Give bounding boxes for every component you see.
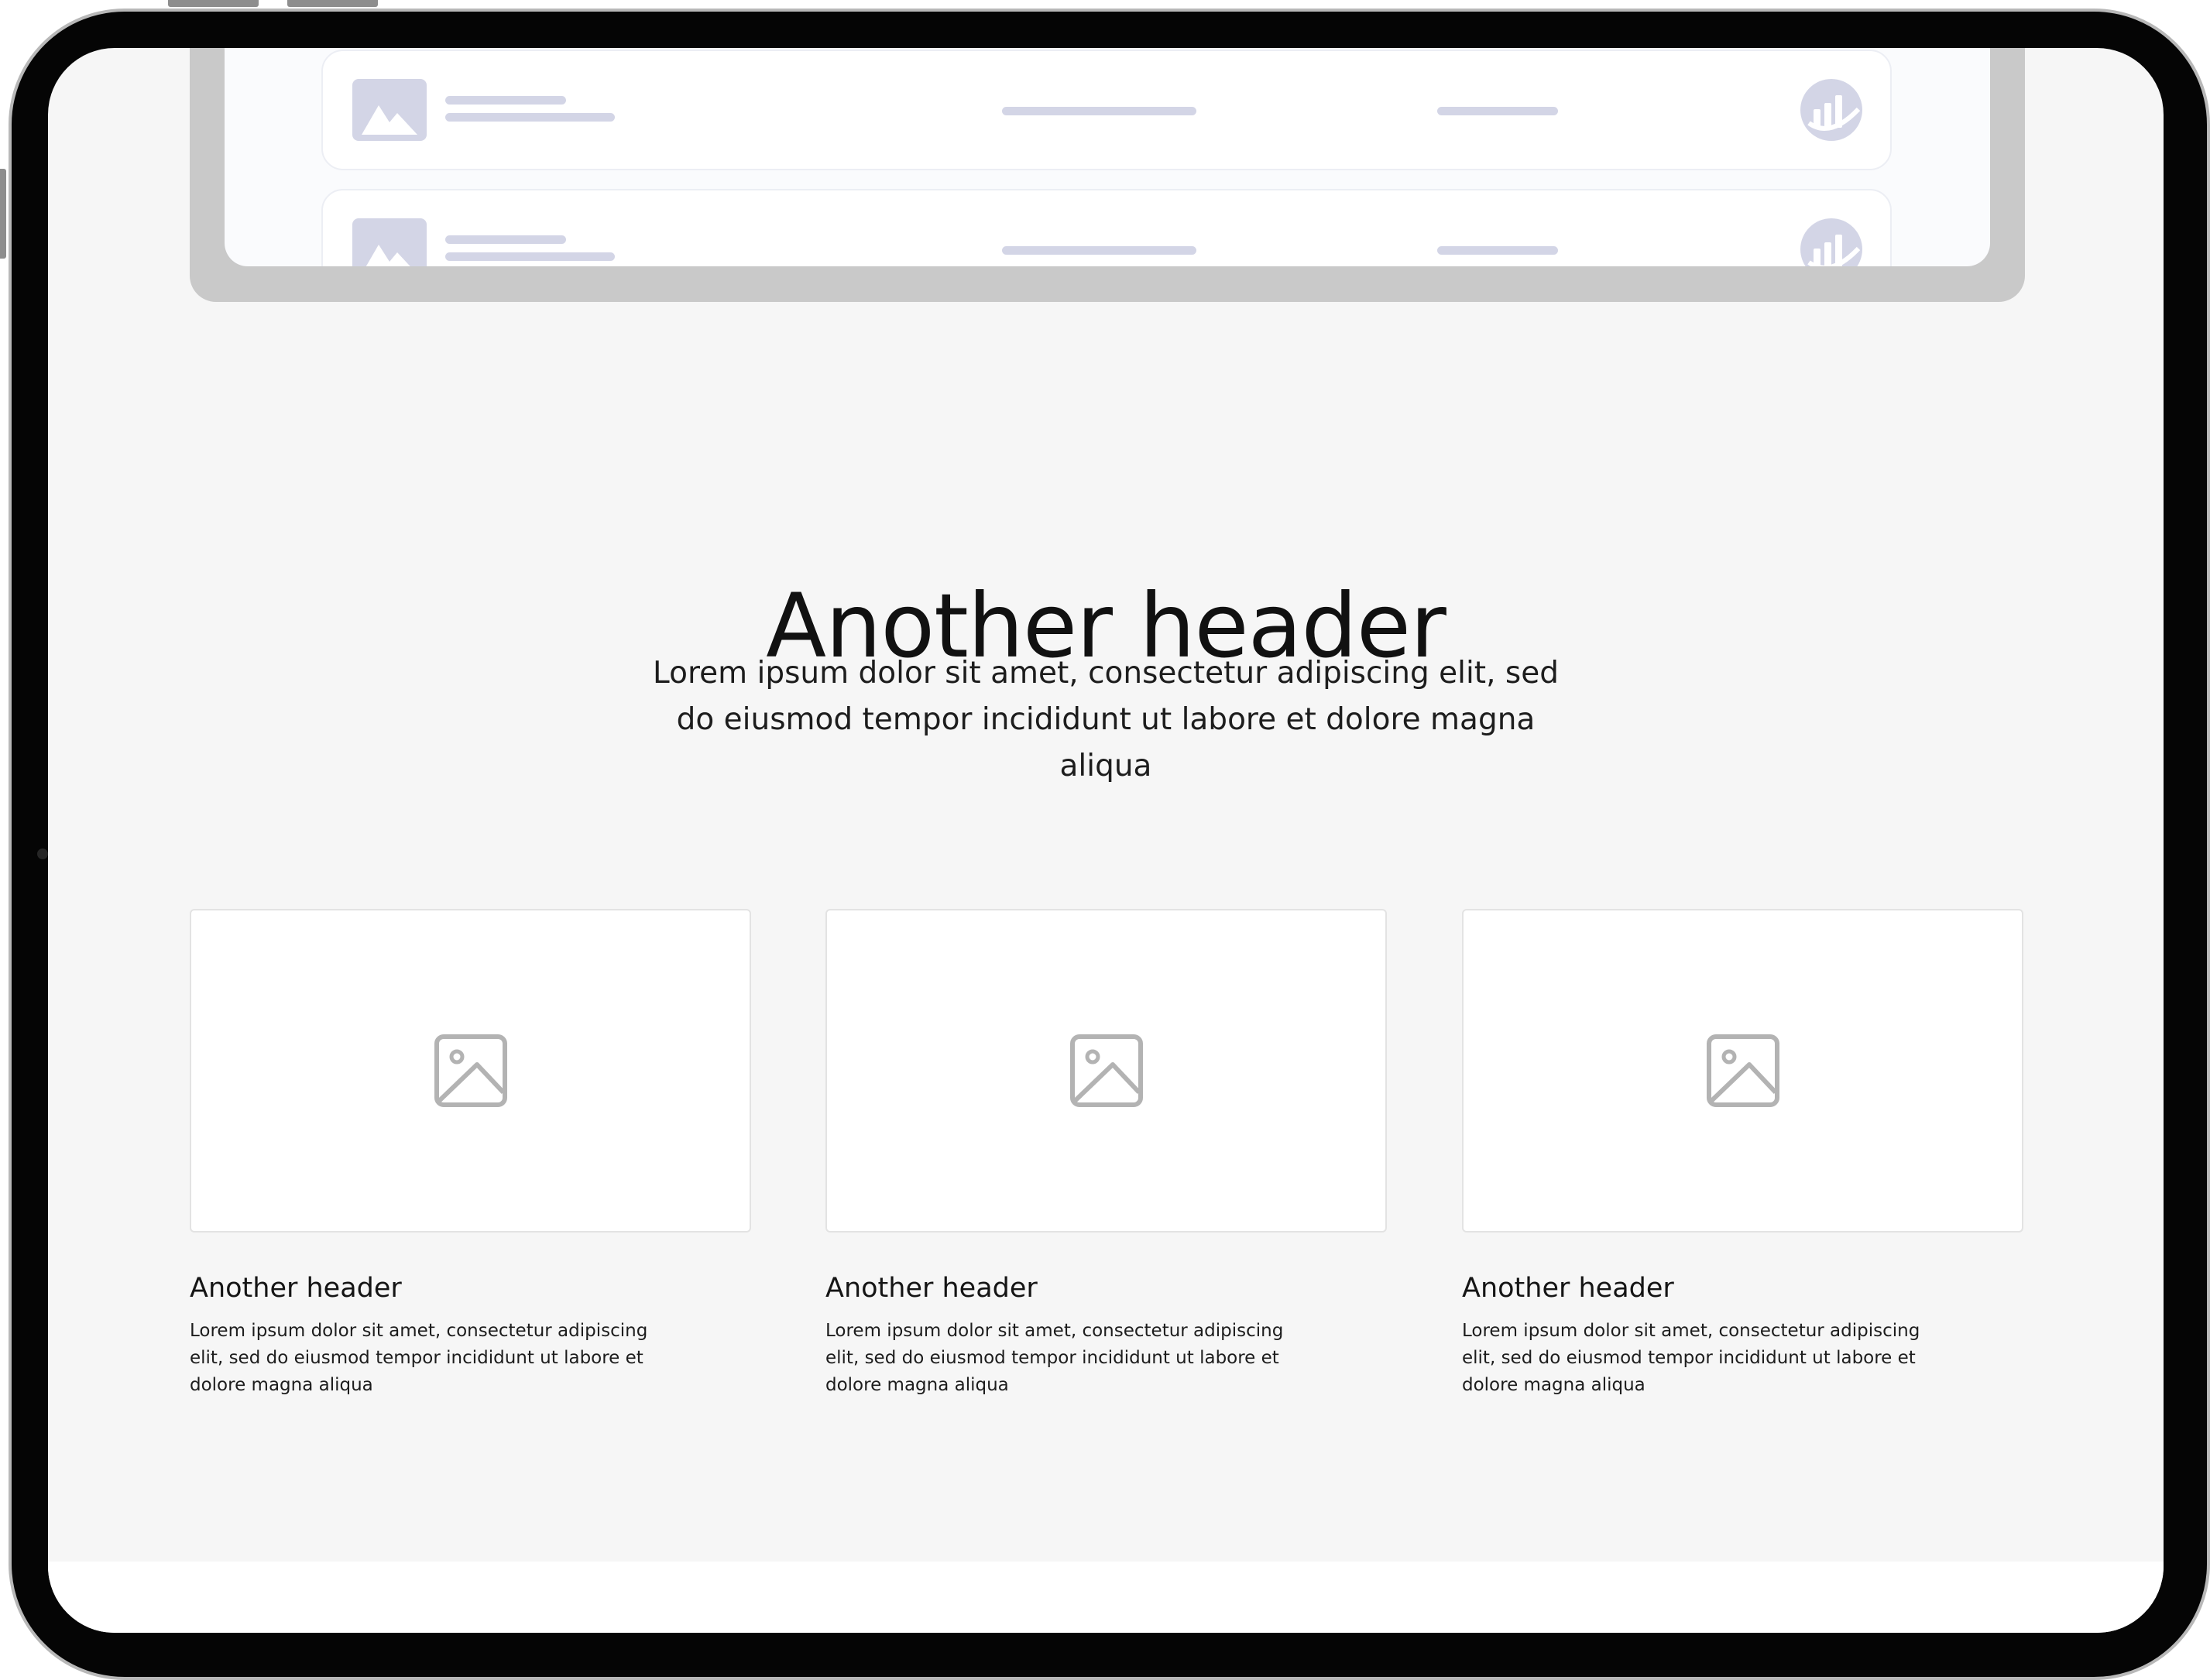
mock-device-frame — [190, 48, 2025, 302]
image-placeholder-icon — [1706, 1034, 1779, 1107]
placeholder-text-line — [445, 96, 566, 105]
section-subtitle: Lorem ipsum dolor sit amet, consectetur … — [653, 656, 1559, 783]
card-image-placeholder — [190, 909, 751, 1233]
placeholder-text-line — [445, 235, 566, 244]
tablet-screen: Another header Lorem ipsum dolor sit ame… — [48, 48, 2164, 1633]
card-title: Another header — [825, 1273, 1038, 1304]
card-image-placeholder — [1462, 909, 2023, 1233]
camera-icon — [37, 849, 48, 859]
placeholder-text-line — [1437, 246, 1558, 255]
card-description: Lorem ipsum dolor sit amet, consectetur … — [190, 1321, 648, 1395]
device-mockup: Another header Lorem ipsum dolor sit ame… — [0, 0, 2210, 1680]
mock-device-screen — [225, 48, 1990, 266]
device-top-button — [168, 0, 259, 7]
image-placeholder-icon — [1069, 1034, 1143, 1107]
list-item[interactable] — [321, 50, 1892, 170]
list-item[interactable] — [321, 189, 1892, 266]
device-top-button — [287, 0, 378, 7]
image-placeholder-icon — [434, 1034, 507, 1107]
chart-icon — [1800, 218, 1863, 266]
page-footer — [48, 1562, 2164, 1633]
placeholder-text-line — [1437, 107, 1558, 115]
placeholder-text-line — [445, 113, 615, 122]
card-description: Lorem ipsum dolor sit amet, consectetur … — [825, 1321, 1284, 1395]
feature-card[interactable]: Another header Lorem ipsum dolor sit ame… — [190, 909, 751, 1399]
card-title: Another header — [1462, 1273, 1674, 1304]
image-thumbnail-icon — [352, 79, 427, 141]
card-description: Lorem ipsum dolor sit amet, consectetur … — [1462, 1321, 1920, 1395]
placeholder-text-line — [1002, 246, 1196, 255]
placeholder-text-line — [445, 252, 615, 261]
device-side-button — [0, 169, 6, 259]
card-image-placeholder — [825, 909, 1387, 1233]
image-thumbnail-icon — [352, 218, 427, 266]
card-title: Another header — [190, 1273, 402, 1304]
feature-card[interactable]: Another header Lorem ipsum dolor sit ame… — [825, 909, 1387, 1399]
placeholder-text-line — [1002, 107, 1196, 115]
chart-icon — [1800, 78, 1863, 142]
feature-card[interactable]: Another header Lorem ipsum dolor sit ame… — [1462, 909, 2023, 1399]
